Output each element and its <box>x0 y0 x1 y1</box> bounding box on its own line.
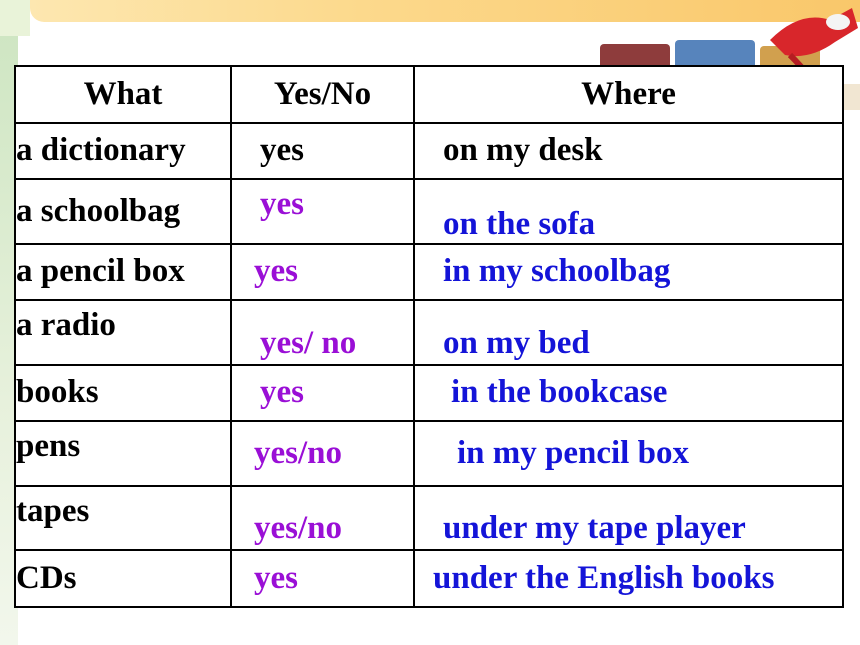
item-cell: books <box>14 363 232 422</box>
yesno-cell: yes <box>230 121 415 180</box>
header-yesno: Yes/No <box>230 65 415 124</box>
header-where: Where <box>413 65 844 124</box>
table-row: a pencil box yes in my schoolbag <box>14 242 844 301</box>
yesno-cell: yes <box>230 549 415 608</box>
item-cell: pens <box>14 420 232 487</box>
location-cell: on the sofa <box>413 178 844 245</box>
item-cell: a dictionary <box>14 121 232 180</box>
header-what: What <box>14 65 232 124</box>
item-cell: a radio <box>14 299 232 366</box>
location-cell: under my tape player <box>413 484 844 551</box>
location-cell: in my schoolbag <box>413 242 844 301</box>
decorative-top-strip <box>0 0 30 36</box>
yesno-cell: yes <box>230 178 415 245</box>
location-cell: in my pencil box <box>413 420 844 487</box>
location-cell: in the bookcase <box>413 363 844 422</box>
header-row: What Yes/No Where <box>14 65 844 124</box>
yesno-cell: yes <box>230 363 415 422</box>
yesno-cell: yes/ no <box>230 299 415 366</box>
table-row: tapes yes/no under my tape player <box>14 484 844 551</box>
yesno-cell: yes/no <box>230 484 415 551</box>
table-row: a radio yes/ no on my bed <box>14 299 844 366</box>
table-row: a dictionary yes on my desk <box>14 121 844 180</box>
yesno-cell: yes/no <box>230 420 415 487</box>
table-row: pens yes/no in my pencil box <box>14 420 844 487</box>
location-cell: on my desk <box>413 121 844 180</box>
table-row: a schoolbag yes on the sofa <box>14 178 844 245</box>
table-row: books yes in the bookcase <box>14 363 844 422</box>
item-cell: tapes <box>14 484 232 551</box>
location-cell: under the English books <box>413 549 844 608</box>
location-cell: on my bed <box>413 299 844 366</box>
item-cell: a schoolbag <box>14 178 232 245</box>
table-row: CDs yes under the English books <box>14 549 844 608</box>
yesno-cell: yes <box>230 242 415 301</box>
item-cell: CDs <box>14 549 232 608</box>
item-cell: a pencil box <box>14 242 232 301</box>
info-table: What Yes/No Where a dictionary yes on my… <box>14 65 844 608</box>
